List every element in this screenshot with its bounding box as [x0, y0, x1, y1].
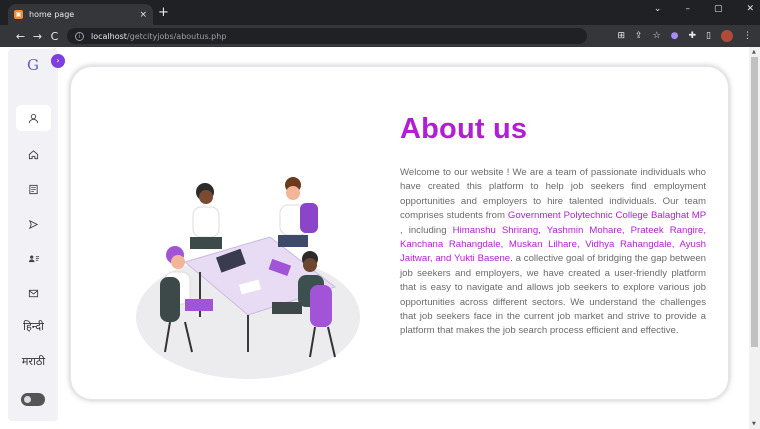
site-logo[interactable]: G: [22, 54, 44, 76]
sidepanel-icon[interactable]: ▯: [706, 31, 711, 41]
tab-title: home page: [29, 10, 75, 19]
close-window-button[interactable]: ✕: [746, 4, 754, 14]
sidebar-expand-button[interactable]: ›: [51, 54, 65, 68]
contacts-icon: [28, 254, 39, 262]
sidebar-item-contacts[interactable]: [16, 245, 51, 271]
translate-icon[interactable]: ⊞: [617, 31, 625, 41]
language-marathi[interactable]: मराठी: [16, 348, 51, 374]
reload-button[interactable]: C: [46, 30, 63, 43]
user-icon: [28, 113, 39, 123]
bookmark-star-icon[interactable]: ☆: [653, 31, 661, 41]
chevron-right-icon: ›: [56, 56, 60, 65]
maximize-button[interactable]: ▢: [714, 4, 723, 14]
profile-avatar[interactable]: [721, 30, 733, 42]
browser-tabstrip: ▣ home page × + ⌄ – ▢ ✕: [0, 0, 760, 25]
sidebar: G हिन्दी मराठी: [8, 49, 58, 421]
share-icon[interactable]: ⇪: [635, 31, 643, 41]
about-text-3: . a collective goal of bridging the gap …: [400, 253, 706, 337]
toggle-knob: [24, 396, 31, 403]
scroll-up-icon[interactable]: ▲: [752, 49, 756, 55]
url-host: localhost: [91, 31, 127, 41]
document-icon: [29, 184, 38, 194]
tab-search-icon[interactable]: ⌄: [654, 4, 662, 14]
team-meeting-illustration: [136, 177, 360, 379]
toolbar-extensions: ⊞ ⇪ ☆ ● ✚ ▯ ⋮: [617, 30, 752, 42]
forward-button[interactable]: →: [29, 30, 46, 43]
about-paragraph: Welcome to our website ! We are a team o…: [400, 166, 706, 339]
new-tab-button[interactable]: +: [158, 6, 169, 19]
puzzle-icon[interactable]: ✚: [689, 31, 697, 41]
theme-toggle[interactable]: [21, 393, 45, 406]
sidebar-item-mail[interactable]: [16, 280, 51, 306]
sidebar-item-jobs[interactable]: [16, 176, 51, 202]
scrollbar-thumb[interactable]: [751, 57, 758, 347]
sidebar-item-home[interactable]: [16, 141, 51, 167]
mail-icon: [28, 289, 39, 297]
minimize-button[interactable]: –: [685, 4, 690, 14]
extension-icon[interactable]: ●: [671, 31, 679, 41]
language-hindi[interactable]: हिन्दी: [16, 313, 51, 339]
about-text-2: , including: [400, 224, 453, 236]
tab-home-page[interactable]: ▣ home page ×: [8, 4, 153, 25]
college-name: Government Polytechnic College Balaghat …: [507, 210, 706, 222]
favicon-icon: ▣: [14, 10, 23, 19]
tab-close-icon[interactable]: ×: [139, 10, 147, 20]
page-scrollbar[interactable]: ▲ ▼: [749, 47, 760, 429]
scroll-down-icon[interactable]: ▼: [752, 421, 756, 427]
sidebar-item-apply[interactable]: [16, 211, 51, 237]
send-icon: [28, 219, 39, 229]
back-button[interactable]: ←: [12, 30, 29, 43]
url-input[interactable]: i localhost/getcityjobs/aboutus.php: [67, 28, 587, 44]
home-icon: [28, 149, 39, 159]
menu-kebab-icon[interactable]: ⋮: [743, 31, 752, 41]
window-controls: ⌄ – ▢ ✕: [654, 4, 754, 14]
address-bar-row: ← → C i localhost/getcityjobs/aboutus.ph…: [0, 25, 760, 47]
url-path: /getcityjobs/aboutus.php: [126, 31, 227, 41]
site-info-icon[interactable]: i: [75, 31, 84, 41]
sidebar-item-profile[interactable]: [16, 105, 51, 131]
page-viewport: G हिन्दी मराठी › About us Welcome to our…: [0, 47, 760, 429]
page-title: About us: [400, 113, 528, 145]
